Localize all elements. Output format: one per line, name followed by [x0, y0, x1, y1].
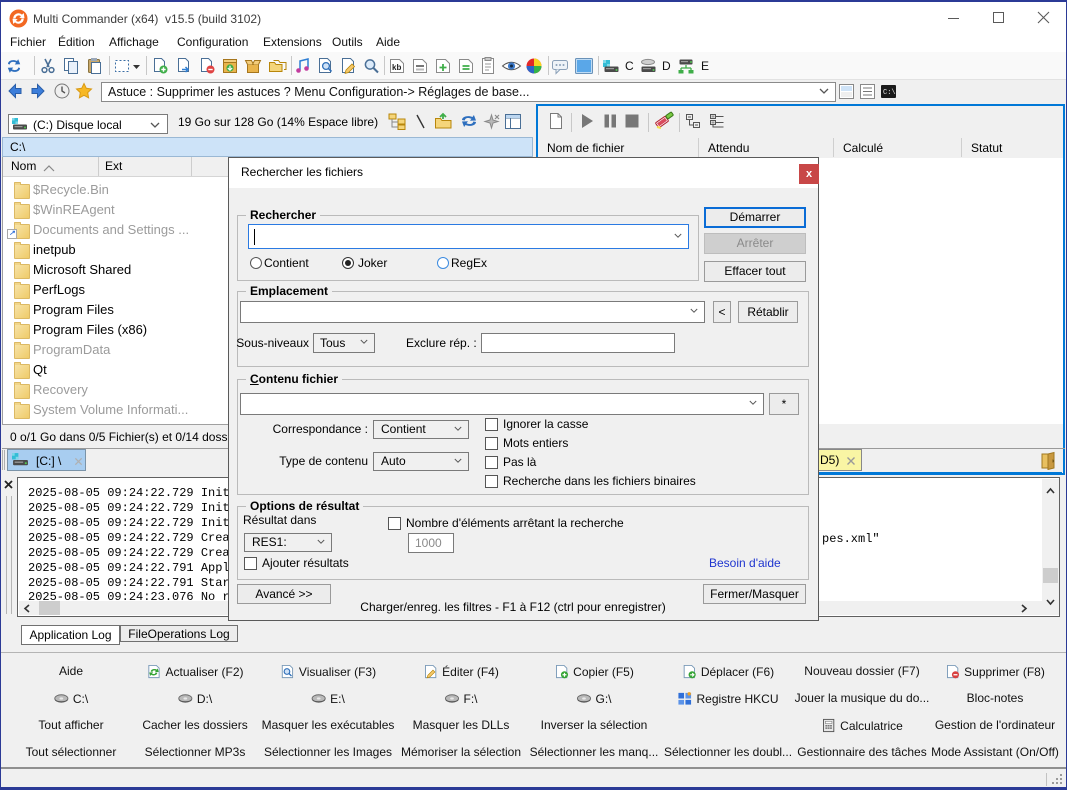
svg-text:C:\: C:\ — [883, 89, 896, 97]
svg-text:kb: kb — [392, 63, 401, 72]
